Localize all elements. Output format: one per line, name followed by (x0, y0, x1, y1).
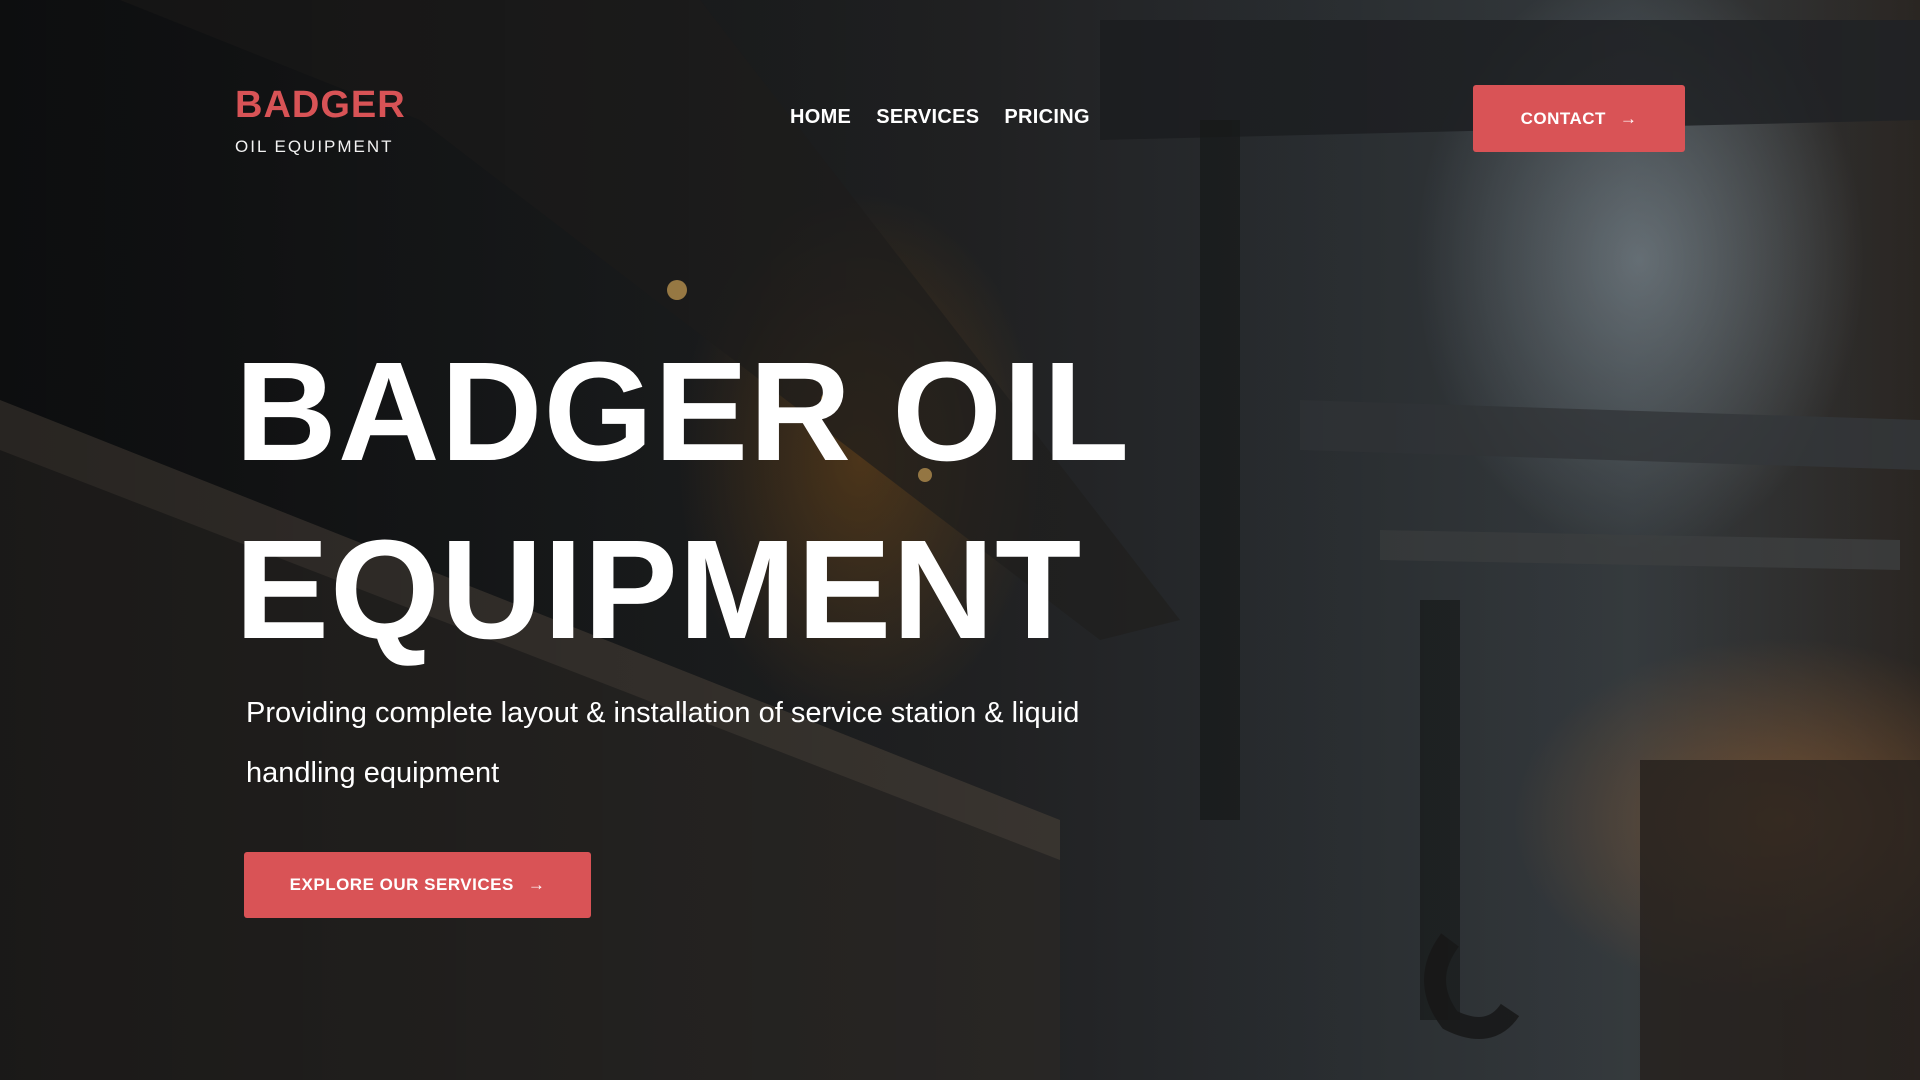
arrow-right-icon: → (1619, 108, 1638, 128)
arrow-right-icon: → (527, 875, 546, 894)
nav-item-services[interactable]: SERVICES (876, 105, 979, 129)
brand-name: BADGER (235, 84, 406, 126)
contact-button[interactable]: CONTACT → (1473, 85, 1685, 152)
brand-logo[interactable]: BADGER OIL EQUIPMENT (235, 86, 406, 155)
hero-section: BADGER OIL EQUIPMENT HOME SERVICES PRICI… (0, 0, 1920, 1080)
nav-item-home[interactable]: HOME (790, 105, 851, 129)
explore-services-button[interactable]: EXPLORE OUR SERVICES → (244, 852, 591, 918)
hero-subtitle: Providing complete layout & installation… (246, 697, 1080, 789)
nav-item-pricing[interactable]: PRICING (1004, 105, 1089, 129)
hero-title: BADGER OIL EQUIPMENT (235, 332, 1128, 668)
contact-button-label: CONTACT (1520, 108, 1606, 128)
main-nav: HOME SERVICES PRICING (790, 105, 1090, 129)
brand-tagline: OIL EQUIPMENT (235, 137, 394, 156)
explore-services-label: EXPLORE OUR SERVICES (289, 875, 514, 894)
